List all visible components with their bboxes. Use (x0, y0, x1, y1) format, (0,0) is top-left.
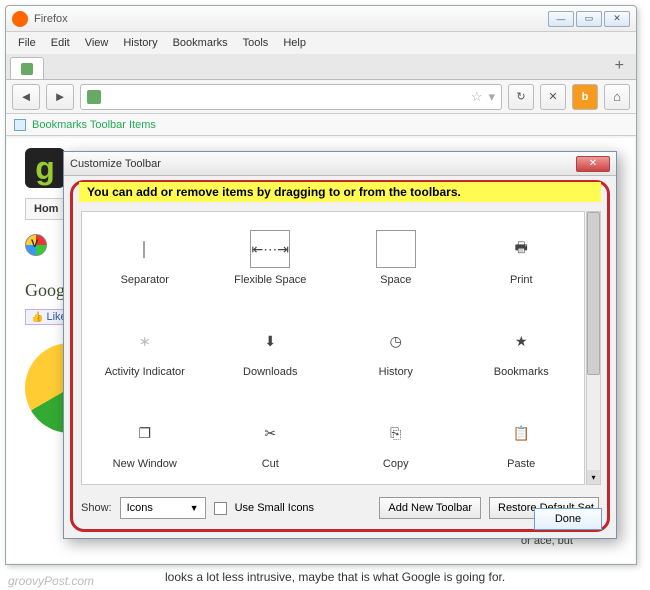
dialog-title: Customize Toolbar (70, 158, 576, 170)
new-window-icon: ❐ (125, 414, 165, 452)
item-flexible-space[interactable]: ⇤⋯⇥Flexible Space (208, 212, 334, 304)
url-dropdown-icon[interactable]: ▾ (488, 89, 495, 105)
menu-edit[interactable]: Edit (45, 35, 76, 51)
watermark-text: groovyPost.com (8, 574, 94, 588)
search-engine-button[interactable]: b (572, 84, 598, 110)
items-grid: │Separator ⇤⋯⇥Flexible Space Space 🖶Prin… (82, 212, 584, 485)
logo-glyph: g (25, 148, 65, 188)
flexible-space-icon: ⇤⋯⇥ (250, 230, 290, 268)
cut-icon: ✂ (250, 414, 290, 452)
close-window-button[interactable]: ✕ (604, 11, 630, 27)
dialog-bottom-row: Show: Icons ▼ Use Small Icons Add New To… (81, 493, 599, 523)
downloads-icon: ⬇ (250, 322, 290, 360)
space-icon (376, 230, 416, 268)
stop-button[interactable]: ✕ (540, 84, 566, 110)
print-icon: 🖶 (501, 230, 541, 268)
menu-history[interactable]: History (117, 35, 163, 51)
bookmark-star-icon[interactable]: ☆ (471, 89, 483, 105)
item-new-window[interactable]: ❐New Window (82, 396, 208, 485)
bookmarks-icon: ★ (501, 322, 541, 360)
use-small-icons-label[interactable]: Use Small Icons (235, 502, 314, 514)
toolbar-items-palette[interactable]: │Separator ⇤⋯⇥Flexible Space Space 🖶Prin… (81, 211, 585, 485)
menubar: File Edit View History Bookmarks Tools H… (6, 32, 636, 54)
window-titlebar[interactable]: Firefox — ▭ ✕ (6, 6, 636, 32)
use-small-icons-checkbox[interactable] (214, 502, 227, 515)
firefox-icon (12, 11, 28, 27)
item-bookmarks[interactable]: ★Bookmarks (459, 304, 585, 396)
tabbar: + (6, 54, 636, 80)
palette-scrollbar[interactable]: ▾ (586, 211, 601, 485)
history-icon: ◷ (376, 322, 416, 360)
show-label: Show: (81, 502, 112, 514)
item-copy[interactable]: ⎘Copy (333, 396, 459, 485)
item-activity-indicator[interactable]: ∗Activity Indicator (82, 304, 208, 396)
bookmarks-toolbar[interactable]: Bookmarks Toolbar Items (6, 114, 636, 136)
item-space[interactable]: Space (333, 212, 459, 304)
activity-indicator-icon: ∗ (125, 322, 165, 360)
reload-button[interactable]: ↻ (508, 84, 534, 110)
window-controls: — ▭ ✕ (548, 11, 630, 27)
done-button[interactable]: Done (534, 508, 602, 530)
menu-tools[interactable]: Tools (237, 35, 275, 51)
maximize-button[interactable]: ▭ (576, 11, 602, 27)
site-identity-icon[interactable] (87, 90, 101, 104)
scrollbar-thumb[interactable] (587, 212, 600, 375)
paste-icon: 📋 (501, 414, 541, 452)
page-text-bottom: looks a lot less intrusive, maybe that i… (165, 570, 505, 584)
scroll-down-icon[interactable]: ▾ (587, 470, 600, 484)
annotation-highlight: You can add or remove items by dragging … (70, 180, 610, 532)
item-print[interactable]: 🖶Print (459, 212, 585, 304)
menu-bookmarks[interactable]: Bookmarks (167, 35, 234, 51)
page-text-fragment: V (31, 238, 38, 250)
nav-home-link[interactable]: Hom (25, 198, 67, 220)
menu-view[interactable]: View (79, 35, 115, 51)
show-mode-select[interactable]: Icons ▼ (120, 497, 206, 519)
item-cut[interactable]: ✂Cut (208, 396, 334, 485)
url-bar[interactable]: ☆ ▾ (80, 84, 502, 110)
bookmarks-toolbar-label: Bookmarks Toolbar Items (32, 119, 156, 131)
forward-button[interactable]: ► (46, 84, 74, 110)
menu-help[interactable]: Help (277, 35, 312, 51)
minimize-button[interactable]: — (548, 11, 574, 27)
dialog-instruction: You can add or remove items by dragging … (79, 182, 601, 202)
dialog-titlebar[interactable]: Customize Toolbar ✕ (64, 152, 616, 176)
item-separator[interactable]: │Separator (82, 212, 208, 304)
copy-icon: ⎘ (376, 414, 416, 452)
chevron-down-icon: ▼ (190, 503, 199, 513)
customize-toolbar-dialog: Customize Toolbar ✕ You can add or remov… (63, 151, 617, 539)
window-title: Firefox (34, 13, 548, 25)
bookmarks-toolbar-icon (14, 119, 26, 131)
show-mode-value: Icons (127, 502, 153, 514)
menu-file[interactable]: File (12, 35, 42, 51)
back-button[interactable]: ◄ (12, 84, 40, 110)
navigation-toolbar: ◄ ► ☆ ▾ ↻ ✕ b ⌂ (6, 80, 636, 114)
home-button[interactable]: ⌂ (604, 84, 630, 110)
item-paste[interactable]: 📋Paste (459, 396, 585, 485)
item-downloads[interactable]: ⬇Downloads (208, 304, 334, 396)
tab-favicon (21, 63, 33, 75)
dialog-close-button[interactable]: ✕ (576, 156, 610, 172)
separator-icon: │ (125, 230, 165, 268)
browser-tab[interactable] (10, 57, 44, 79)
item-history[interactable]: ◷History (333, 304, 459, 396)
add-new-toolbar-button[interactable]: Add New Toolbar (379, 497, 481, 519)
new-tab-button[interactable]: + (609, 57, 630, 75)
